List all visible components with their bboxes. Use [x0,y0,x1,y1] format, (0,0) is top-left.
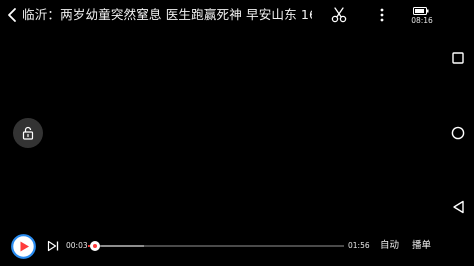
seek-bar[interactable] [88,239,344,253]
scissors-icon[interactable] [330,6,348,24]
play-icon[interactable] [11,234,36,259]
circle-icon[interactable] [451,126,465,140]
elapsed-time: 00:03 [66,241,88,250]
playlist-button[interactable]: 播单 [412,240,431,252]
battery-icon [413,7,429,15]
status-clock: 08:16 [411,16,433,25]
skip-next-icon[interactable] [47,240,59,252]
triangle-back-icon[interactable] [452,200,465,214]
square-icon[interactable] [452,52,464,64]
video-surface[interactable] [0,0,474,266]
lock-screen-button[interactable] [13,118,43,148]
quality-button[interactable]: 自动 [380,240,399,252]
video-title: 临沂：两岁幼童突然窒息 医生跑赢死神 早安山东 16... [22,7,312,22]
total-time: 01:56 [348,241,370,250]
more-vertical-icon[interactable] [377,6,387,24]
seek-thumb[interactable] [89,241,100,251]
unlock-icon [22,126,34,140]
chevron-left-icon[interactable] [5,6,19,24]
